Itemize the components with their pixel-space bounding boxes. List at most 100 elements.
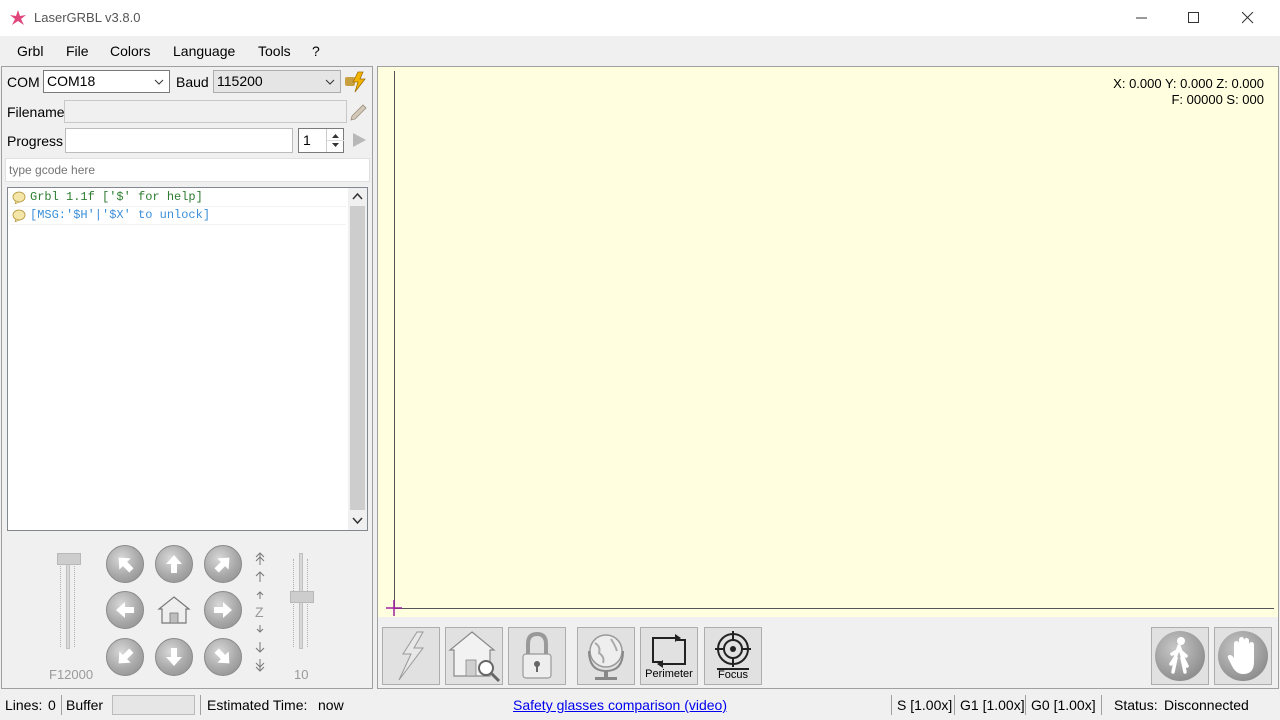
arrow-down-icon [166,648,182,666]
z-down-slow-icon[interactable] [253,623,267,637]
perimeter-button[interactable]: Perimeter [640,627,698,685]
minimize-button[interactable] [1116,0,1168,36]
z-down-fast-icon[interactable] [253,659,267,673]
menu-bar: Grbl File Colors Language Tools ? [0,37,1280,65]
com-port-value: COM18 [47,73,96,89]
g0-override[interactable]: G0 [1.00x] [1031,697,1096,713]
padlock-icon [522,631,552,679]
connect-lightning-icon [345,71,366,93]
baud-rate-select[interactable]: 115200 [213,70,341,93]
slider-thumb[interactable] [290,591,314,603]
connect-button[interactable] [344,71,368,93]
z-down-medium-icon[interactable] [253,641,267,655]
slider-thumb[interactable] [57,553,81,565]
jog-right-button[interactable] [204,591,242,629]
divider [954,695,955,715]
open-file-button[interactable] [349,101,369,121]
jog-down-right-button[interactable] [204,638,242,676]
message-bubble-icon [12,209,26,222]
connection-status: Disconnected [1164,697,1249,713]
jog-up-button[interactable] [155,545,193,583]
menu-colors[interactable]: Colors [110,43,150,59]
origin-crosshair-icon [386,600,402,616]
jog-up-left-button[interactable] [106,545,144,583]
scrollbar-thumb[interactable] [350,206,365,510]
log-line: Grbl 1.1f ['$' for help] [10,189,346,207]
jog-down-left-button[interactable] [106,638,144,676]
homing-button[interactable] [445,627,503,685]
log-text: Grbl 1.1f ['$' for help] [30,190,203,204]
z-up-slow-icon[interactable] [253,587,267,601]
copies-value: 1 [303,132,311,148]
unlock-button[interactable] [508,627,566,685]
slider-ticks [293,559,296,647]
buffer-label: Buffer [66,697,104,713]
lines-label: Lines: [5,697,43,713]
arrow-up-right-icon [214,557,230,573]
divider [61,695,62,715]
spindle-override[interactable]: S [1.00x] [897,697,952,713]
com-port-select[interactable]: COM18 [43,70,170,93]
window-title: LaserGRBL v3.8.0 [34,10,141,25]
divider [891,695,892,715]
walk-button[interactable] [1151,627,1209,685]
minimize-icon [1136,17,1147,19]
z-up-medium-icon[interactable] [253,569,267,583]
jog-down-button[interactable] [155,638,193,676]
step-size-slider[interactable] [282,553,322,653]
step-size-label: 10 [294,667,309,682]
feed-rate-slider[interactable] [49,553,89,653]
preview-panel: X: 0.000 Y: 0.000 Z: 0.000 F: 00000 S: 0… [377,66,1279,689]
menu-help[interactable]: ? [312,43,320,59]
scroll-up-icon[interactable] [352,192,363,202]
stop-button-face [1218,631,1268,681]
stepper-arrows[interactable] [326,129,344,152]
safety-glasses-link[interactable]: Safety glasses comparison (video) [513,697,727,713]
menu-grbl[interactable]: Grbl [17,43,43,59]
copies-stepper[interactable]: 1 [298,128,344,153]
jog-home-button[interactable] [155,591,193,629]
home-icon [157,596,191,624]
y-axis-line [394,71,395,609]
stop-button[interactable] [1214,627,1272,685]
focus-button[interactable]: Focus [704,627,762,685]
menu-tools[interactable]: Tools [258,43,291,59]
app-logo-icon [10,10,26,25]
divider [1025,695,1026,715]
console-scrollbar[interactable] [348,188,367,530]
preview-canvas[interactable]: X: 0.000 Y: 0.000 Z: 0.000 F: 00000 S: 0… [378,67,1278,617]
jog-left-button[interactable] [106,591,144,629]
divider [1101,695,1102,715]
log-line: [MSG:'$H'|'$X' to unlock] [10,207,346,225]
run-button[interactable] [350,131,368,149]
reset-button[interactable] [382,627,440,685]
menu-language[interactable]: Language [173,43,235,59]
status-bar: Lines: 0 Buffer Estimated Time: now Safe… [0,690,1280,720]
walking-person-icon [1169,637,1189,674]
feed-spindle-readout: F: 00000 S: 000 [1171,92,1264,107]
lightning-reset-icon [398,631,424,681]
arrow-down-left-icon [118,648,134,664]
estimated-time-value: now [318,697,344,713]
scroll-down-icon[interactable] [352,515,363,525]
close-button[interactable] [1222,0,1274,36]
chevron-down-icon [325,79,335,85]
xyz-coordinates: X: 0.000 Y: 0.000 Z: 0.000 [1113,76,1264,91]
slider-ticks [60,559,63,647]
message-bubble-icon [12,191,26,204]
focus-label: Focus [718,669,748,681]
jog-up-right-button[interactable] [204,545,242,583]
com-label: COM [7,74,40,90]
globe-position-button[interactable] [577,627,635,685]
menu-file[interactable]: File [66,43,89,59]
baud-label: Baud [176,74,209,90]
estimated-time-label: Estimated Time: [207,697,308,713]
gcode-input[interactable] [5,158,370,182]
z-up-fast-icon[interactable] [253,551,267,565]
status-label: Status: [1114,697,1158,713]
g1-override[interactable]: G1 [1.00x] [960,697,1025,713]
play-icon [353,133,366,147]
maximize-button[interactable] [1168,0,1220,36]
arrow-up-left-icon [118,557,134,573]
z-axis-label: Z [255,604,264,620]
